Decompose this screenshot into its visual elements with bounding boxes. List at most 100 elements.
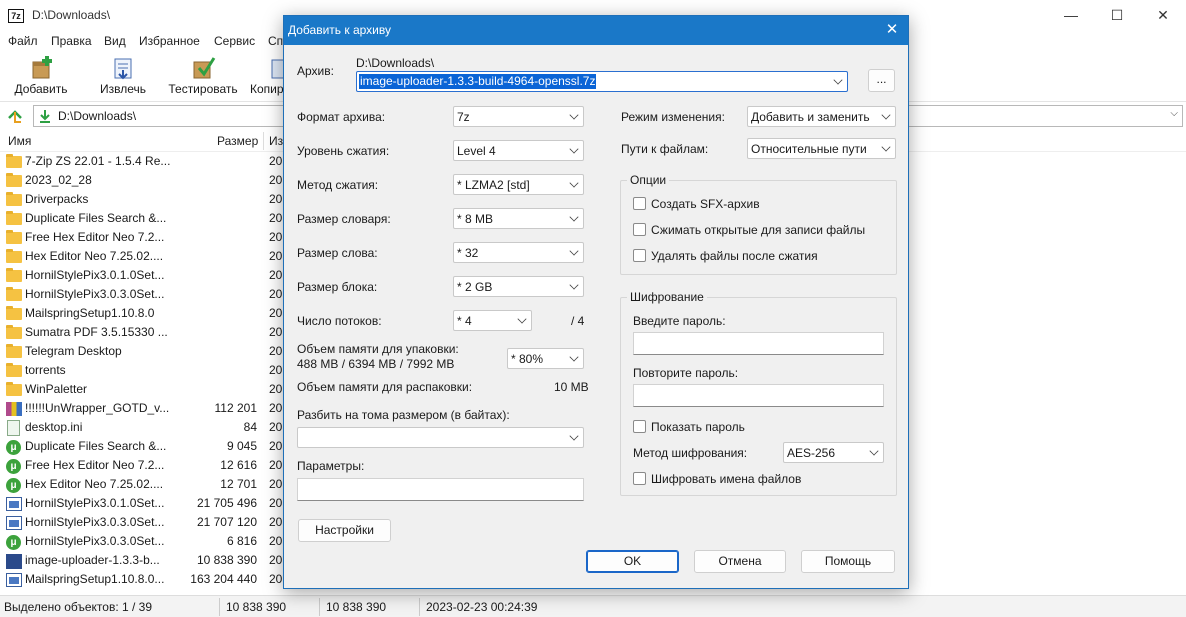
file-size: 12 616 (220, 458, 257, 472)
file-row[interactable]: !!!!!!UnWrapper_GOTD_v... 112 201 20 (0, 399, 290, 418)
file-date: 20 (269, 192, 283, 206)
file-date: 20 (269, 496, 283, 510)
file-row[interactable]: HornilStylePix3.0.1.0Set... 20 (0, 266, 290, 285)
file-row[interactable]: Hex Editor Neo 7.25.02.... 20 (0, 247, 290, 266)
shared-files-checkbox[interactable] (633, 223, 646, 236)
file-row[interactable]: desktop.ini 84 20 (0, 418, 290, 437)
folder-icon (6, 382, 22, 396)
test-button[interactable]: Тестировать (167, 56, 239, 96)
threads-combo[interactable]: * 4 (453, 310, 532, 331)
menu-favorites[interactable]: Избранное (139, 34, 200, 48)
dialog-title-bar: Добавить к архиву ✕ (284, 16, 908, 45)
file-row[interactable]: Sumatra PDF 3.5.15330 ... 20 (0, 323, 290, 342)
chevron-down-icon (869, 446, 879, 456)
column-modified[interactable]: Из (269, 134, 283, 148)
file-row[interactable]: Free Hex Editor Neo 7.2... 20 (0, 228, 290, 247)
params-input[interactable] (297, 478, 584, 501)
password-input[interactable] (633, 332, 884, 355)
paths-label: Пути к файлам: (621, 142, 709, 156)
file-size: 21 705 496 (196, 496, 257, 510)
file-row[interactable]: μ HornilStylePix3.0.3.0Set... 6 816 20 (0, 532, 290, 551)
exe-icon (6, 497, 22, 511)
options-group: Опции Создать SFX-архив Сжимать открытые… (620, 173, 897, 275)
file-row[interactable]: 2023_02_28 20 (0, 171, 290, 190)
file-row[interactable]: Telegram Desktop 20 (0, 342, 290, 361)
minimize-button[interactable]: — (1048, 2, 1094, 30)
add-label: Добавить (14, 82, 68, 96)
extract-button[interactable]: Извлечь (96, 56, 150, 96)
file-row[interactable]: Duplicate Files Search &... 20 (0, 209, 290, 228)
file-name: !!!!!!UnWrapper_GOTD_v... (25, 401, 170, 415)
ok-button[interactable]: OK (586, 550, 679, 573)
mem-pack-combo[interactable]: * 80% (507, 348, 584, 369)
file-date: 20 (269, 230, 283, 244)
menu-file[interactable]: Файл (8, 34, 38, 48)
file-date: 20 (269, 287, 283, 301)
file-row[interactable]: MailspringSetup1.10.8.0 20 (0, 304, 290, 323)
level-combo[interactable]: Level 4 (453, 140, 584, 161)
dict-combo[interactable]: * 8 MB (453, 208, 584, 229)
menu-edit[interactable]: Правка (51, 34, 92, 48)
split-combo[interactable] (297, 427, 584, 448)
browse-button[interactable]: ... (868, 69, 895, 92)
cancel-button[interactable]: Отмена (694, 550, 786, 573)
block-combo[interactable]: * 2 GB (453, 276, 584, 297)
archive-name-combo[interactable]: image-uploader-1.3.3-build-4964-openssl.… (356, 71, 848, 92)
file-date: 20 (269, 477, 283, 491)
word-combo[interactable]: * 32 (453, 242, 584, 263)
file-row[interactable]: torrents 20 (0, 361, 290, 380)
menu-tools[interactable]: Сервис (214, 34, 255, 48)
chevron-down-icon (833, 75, 843, 85)
file-row[interactable]: HornilStylePix3.0.1.0Set... 21 705 496 20 (0, 494, 290, 513)
encrypt-names-checkbox[interactable] (633, 472, 646, 485)
chevron-down-icon[interactable]: ⌵ (1170, 108, 1178, 119)
enc-method-combo[interactable]: AES-256 (783, 442, 884, 463)
file-row[interactable]: μ Hex Editor Neo 7.25.02.... 12 701 20 (0, 475, 290, 494)
file-row[interactable]: image-uploader-1.3.3-b... 10 838 390 20 (0, 551, 290, 570)
dialog-close-button[interactable]: ✕ (876, 16, 908, 45)
format-combo[interactable]: 7z (453, 106, 584, 127)
file-row[interactable]: μ Duplicate Files Search &... 9 045 20 (0, 437, 290, 456)
mem-pack-percent: * 80% (511, 352, 544, 366)
file-name: HornilStylePix3.0.1.0Set... (25, 496, 165, 510)
menu-view[interactable]: Вид (104, 34, 126, 48)
file-row[interactable]: WinPaletter 20 (0, 380, 290, 399)
file-row[interactable]: μ Free Hex Editor Neo 7.2... 12 616 20 (0, 456, 290, 475)
maximize-button[interactable]: ☐ (1094, 2, 1140, 30)
options-title: Опции (627, 173, 670, 187)
paths-combo[interactable]: Относительные пути (747, 138, 896, 159)
file-row[interactable]: MailspringSetup1.10.8.0... 163 204 440 20 (0, 570, 290, 589)
file-date: 20 (269, 515, 283, 529)
update-mode-combo[interactable]: Добавить и заменить (747, 106, 896, 127)
file-name: HornilStylePix3.0.1.0Set... (25, 268, 165, 282)
folder-icon (6, 249, 22, 263)
threads-max: / 4 (571, 314, 585, 328)
file-row[interactable]: 7-Zip ZS 22.01 - 1.5.4 Re... 20 (0, 152, 290, 171)
sfx-checkbox[interactable] (633, 197, 646, 210)
threads-label: Число потоков: (297, 314, 382, 328)
test-label: Тестировать (168, 82, 238, 96)
file-row[interactable]: Driverpacks 20 (0, 190, 290, 209)
file-name: MailspringSetup1.10.8.0 (25, 306, 155, 320)
file-name: Driverpacks (25, 192, 89, 206)
status-datetime: 2023-02-23 00:24:39 (426, 600, 538, 614)
file-name: HornilStylePix3.0.3.0Set... (25, 515, 165, 529)
column-name[interactable]: Имя (8, 134, 31, 148)
column-size[interactable]: Размер (217, 134, 258, 148)
delete-after-checkbox[interactable] (633, 249, 646, 262)
method-combo[interactable]: * LZMA2 [std] (453, 174, 584, 195)
file-size: 84 (243, 420, 257, 434)
add-button[interactable]: Добавить (13, 56, 69, 96)
folder-icon (6, 211, 22, 225)
show-password-checkbox[interactable] (633, 420, 646, 433)
folder-icon (6, 173, 22, 187)
file-row[interactable]: HornilStylePix3.0.3.0Set... 21 707 120 20 (0, 513, 290, 532)
settings-button[interactable]: Настройки (298, 519, 391, 542)
help-button[interactable]: Помощь (801, 550, 895, 573)
menu-help[interactable]: Сп (268, 34, 283, 48)
up-folder-icon[interactable] (6, 107, 24, 125)
file-date: 20 (269, 306, 283, 320)
close-button[interactable]: ✕ (1140, 2, 1186, 30)
repeat-password-input[interactable] (633, 384, 884, 407)
file-row[interactable]: HornilStylePix3.0.3.0Set... 20 (0, 285, 290, 304)
